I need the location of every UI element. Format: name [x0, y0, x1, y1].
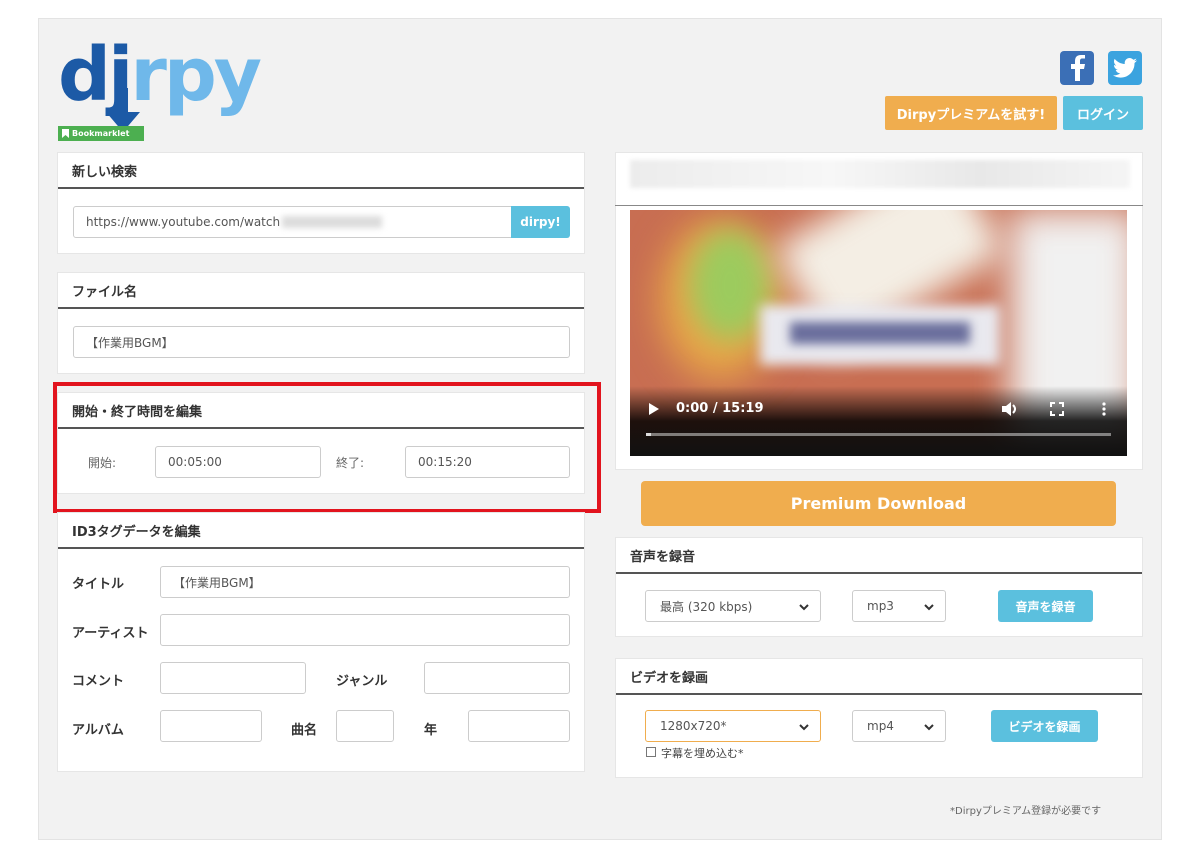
twitter-icon — [1113, 58, 1137, 78]
filename-panel-title: ファイル名 — [58, 273, 584, 309]
twitter-button[interactable] — [1108, 51, 1142, 85]
video-controls — [630, 386, 1127, 456]
trim-highlight-box — [53, 382, 601, 513]
dirpy-search-button[interactable]: dirpy! — [511, 206, 570, 238]
chevron-down-icon — [799, 724, 809, 731]
artist-input[interactable] — [160, 614, 570, 646]
comment-input[interactable] — [160, 662, 306, 694]
id3-title-value: 【作業用BGM】 — [173, 575, 261, 590]
premium-download-button[interactable]: Premium Download — [641, 481, 1116, 526]
record-audio-button[interactable]: 音声を録音 — [998, 590, 1093, 622]
logo-wordmark: djrpy — [58, 30, 262, 120]
url-redacted — [282, 216, 383, 228]
video-progress-bar[interactable] — [646, 433, 1111, 436]
login-button[interactable]: ログイン — [1063, 96, 1143, 130]
audio-quality-value: 最高 (320 kbps) — [660, 599, 753, 614]
premium-trial-button[interactable]: Dirpyプレミアムを試す! — [885, 96, 1057, 130]
volume-icon[interactable] — [1002, 402, 1018, 416]
url-value: https://www.youtube.com/watch — [86, 215, 281, 229]
track-label: 曲名 — [291, 723, 318, 738]
video-time: 0:00 / 15:19 — [676, 401, 764, 416]
audio-format-select[interactable]: mp3 — [852, 590, 946, 622]
play-icon[interactable] — [648, 402, 660, 416]
record-video-button[interactable]: ビデオを録画 — [991, 710, 1098, 742]
chevron-down-icon — [924, 724, 934, 731]
facebook-button[interactable] — [1060, 51, 1094, 85]
id3-panel-title: ID3タグデータを編集 — [58, 513, 584, 549]
id3-title-label: タイトル — [72, 577, 125, 592]
filename-panel: ファイル名 — [57, 272, 585, 374]
chevron-down-icon — [799, 604, 809, 611]
facebook-icon — [1071, 55, 1085, 81]
album-label: アルバム — [72, 723, 124, 738]
more-options-icon[interactable] — [1102, 402, 1106, 416]
year-label: 年 — [424, 723, 438, 738]
audio-panel-title: 音声を録音 — [616, 538, 1142, 574]
thumb-blur-text — [790, 322, 970, 344]
video-player[interactable]: 0:00 / 15:19 — [630, 210, 1127, 456]
video-format-value: mp4 — [867, 719, 894, 733]
filename-value: 【作業用BGM】 — [86, 335, 174, 350]
logo-part-light: rpy — [130, 32, 262, 118]
audio-quality-select[interactable]: 最高 (320 kbps) — [645, 590, 821, 622]
bookmarklet-label: Bookmarklet — [72, 129, 130, 138]
search-panel: 新しい検索 — [57, 152, 585, 254]
bookmarklet-badge[interactable]: Bookmarklet — [58, 126, 144, 141]
dirpy-logo[interactable]: djrpy Bookmarklet — [58, 32, 268, 146]
video-format-select[interactable]: mp4 — [852, 710, 946, 742]
genre-label: ジャンル — [336, 674, 388, 689]
video-progress-fill — [646, 433, 651, 436]
chevron-down-icon — [924, 604, 934, 611]
filename-input[interactable]: 【作業用BGM】 — [73, 326, 570, 358]
id3-title-input[interactable]: 【作業用BGM】 — [160, 566, 570, 598]
search-panel-title: 新しい検索 — [58, 153, 584, 189]
video-resolution-select[interactable]: 1280x720* — [645, 710, 821, 742]
artist-label: アーティスト — [72, 626, 149, 641]
video-record-panel-title: ビデオを録画 — [616, 659, 1142, 695]
url-input[interactable]: https://www.youtube.com/watch — [73, 206, 512, 238]
year-input[interactable] — [468, 710, 570, 742]
video-divider — [615, 205, 1143, 206]
fullscreen-icon[interactable] — [1050, 402, 1064, 416]
album-input[interactable] — [160, 710, 262, 742]
premium-footnote: *Dirpyプレミアム登録が必要です — [950, 806, 1102, 817]
track-input[interactable] — [336, 710, 394, 742]
audio-format-value: mp3 — [867, 599, 894, 613]
video-title-redacted — [630, 160, 1130, 188]
genre-input[interactable] — [424, 662, 570, 694]
video-resolution-value: 1280x720* — [660, 719, 727, 733]
thumb-blur-2 — [690, 230, 770, 340]
comment-label: コメント — [72, 674, 125, 689]
embed-subtitles-checkbox[interactable] — [646, 747, 656, 757]
bookmark-icon — [62, 129, 69, 138]
embed-subtitles-label: 字幕を埋め込む* — [661, 747, 744, 760]
audio-panel: 音声を録音 — [615, 537, 1143, 637]
